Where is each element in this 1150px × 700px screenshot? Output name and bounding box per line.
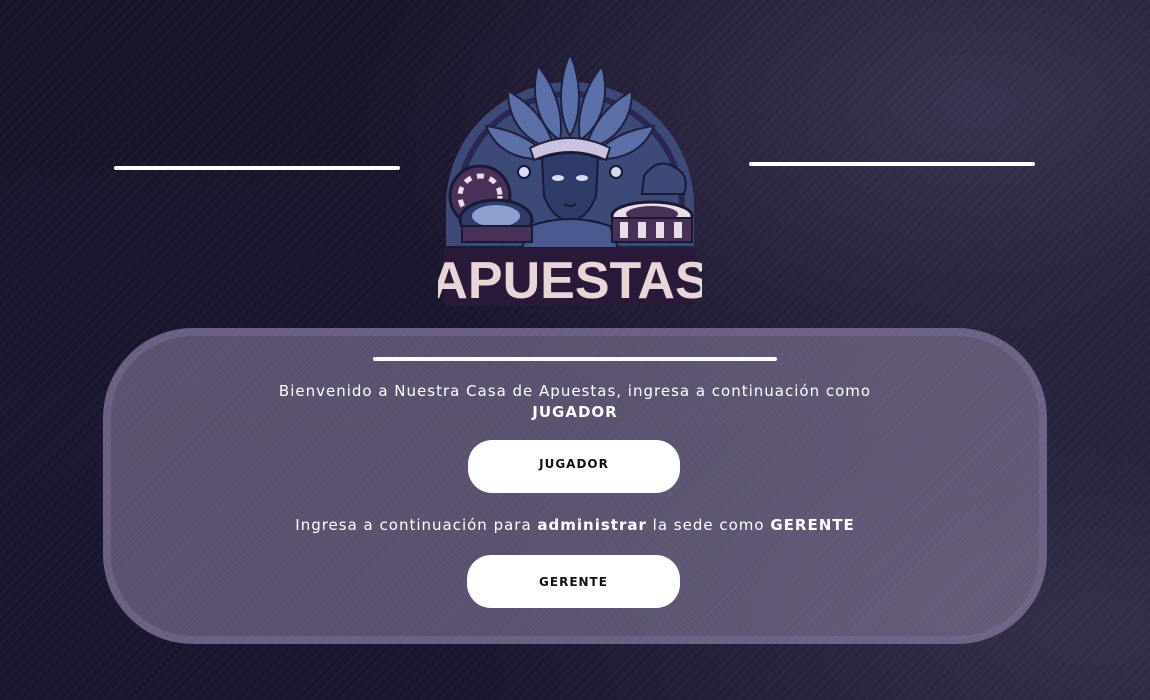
welcome-line-2: JUGADOR bbox=[532, 403, 618, 421]
divider-line-left bbox=[114, 166, 400, 170]
apuestas-logo: APUESTAS bbox=[438, 36, 702, 308]
divider-line-panel bbox=[373, 357, 777, 361]
admin-text: Ingresa a continuación para administrar … bbox=[295, 516, 855, 534]
welcome-line-1: Bienvenido a Nuestra Casa de Apuestas, i… bbox=[278, 382, 872, 400]
divider-line-right bbox=[749, 162, 1035, 166]
logo-text: APUESTAS bbox=[438, 252, 702, 308]
gerente-button[interactable]: GERENTE bbox=[467, 555, 680, 608]
jugador-button[interactable]: JUGADOR bbox=[468, 440, 680, 493]
aztec-casino-logo-icon: APUESTAS bbox=[438, 51, 702, 308]
welcome-text: Bienvenido a Nuestra Casa de Apuestas, i… bbox=[103, 381, 1047, 423]
